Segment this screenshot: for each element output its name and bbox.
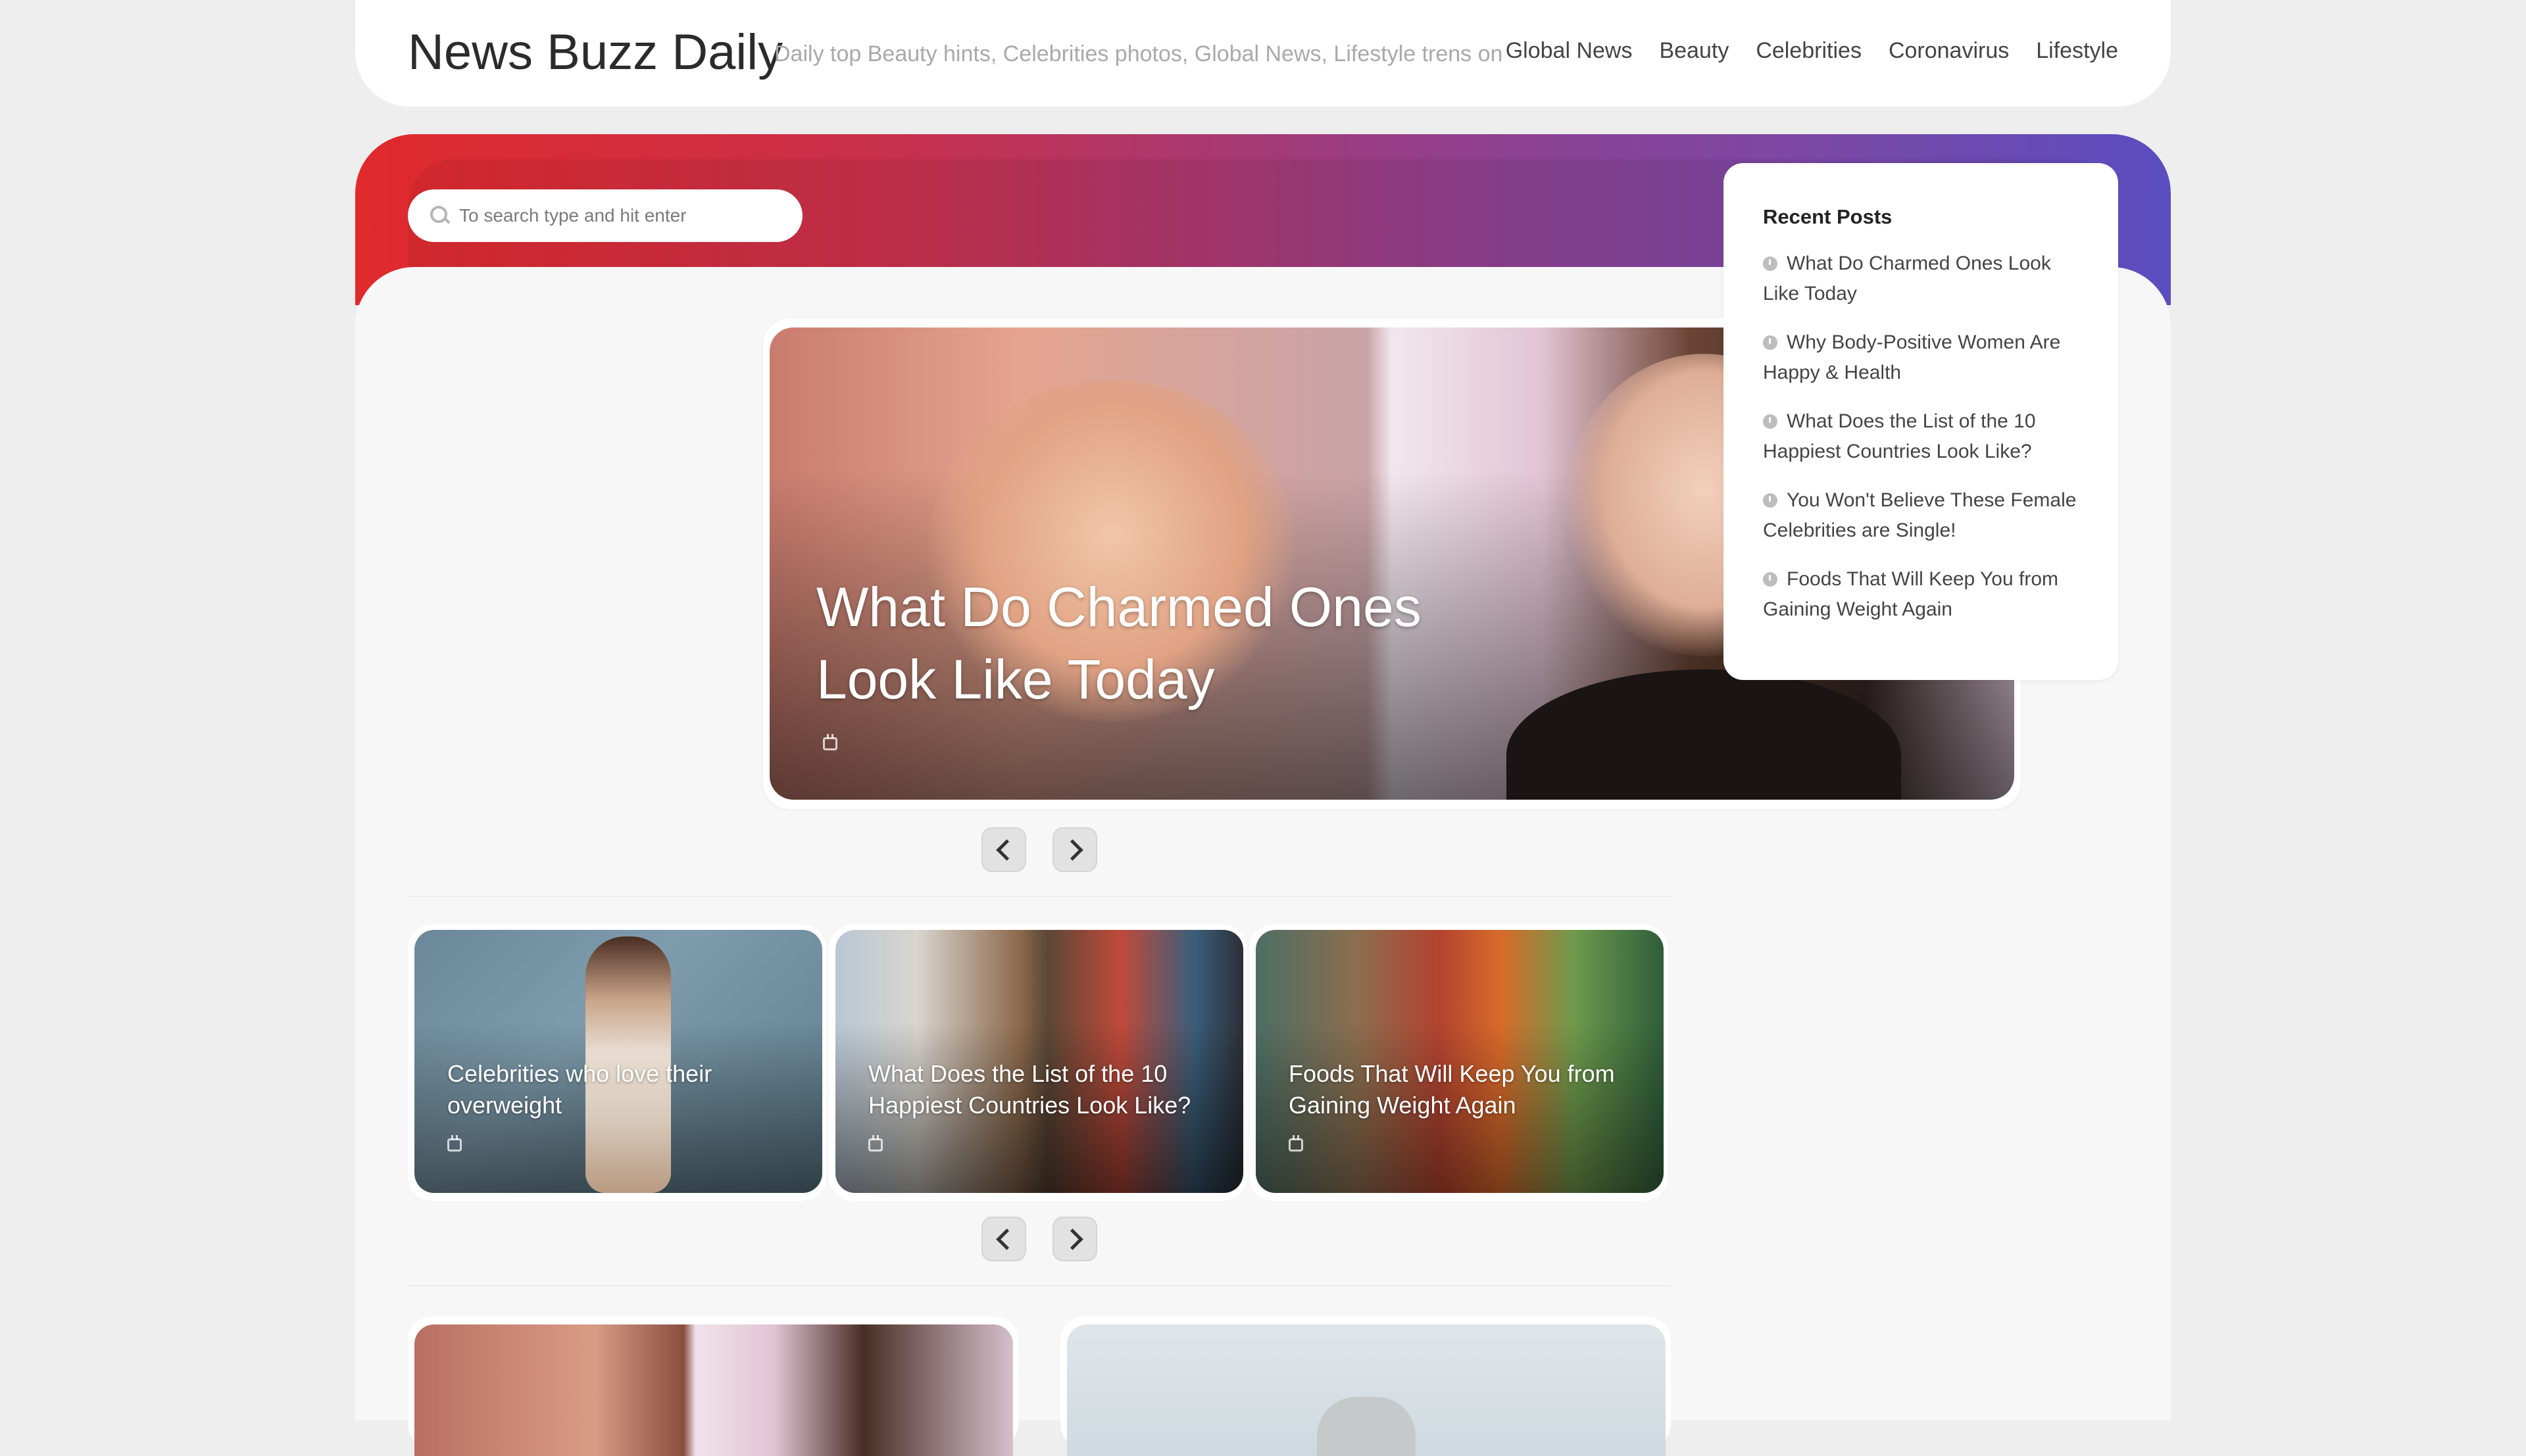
search-input[interactable] [458,205,803,227]
clock-icon [1763,335,1777,350]
recent-post-item[interactable]: Why Body-Positive Women Are Happy & Heal… [1763,328,2092,388]
nav-beauty[interactable]: Beauty [1659,34,1729,67]
card-figure [1317,1397,1416,1456]
post-card-title[interactable]: Foods That Will Keep You from Gaining We… [1289,1058,1657,1121]
featured-prev-button[interactable] [981,827,1026,872]
recent-post-link[interactable]: What Do Charmed Ones Look Like Today [1763,253,2051,304]
nav-global-news[interactable]: Global News [1506,34,1633,67]
cards-prev-button[interactable] [981,1217,1026,1261]
nav-coronavirus[interactable]: Coronavirus [1889,34,2009,67]
section-divider [408,896,1671,897]
recent-post-item[interactable]: Foods That Will Keep You from Gaining We… [1763,564,2092,625]
main-nav: Global News Beauty Celebrities Coronavir… [1506,34,2118,67]
recent-post-item[interactable]: What Does the List of the 10 Happiest Co… [1763,406,2092,467]
chevron-left-icon [995,1228,1018,1250]
site-title[interactable]: News Buzz Daily [408,20,783,85]
calendar-icon [1289,1135,1303,1152]
post-card[interactable]: Foods That Will Keep You from Gaining We… [1249,925,1668,1201]
featured-title[interactable]: What Do Charmed Ones Look Like Today [816,571,1540,716]
nav-celebrities[interactable]: Celebrities [1756,34,1862,67]
site-tagline: Daily top Beauty hints, Celebrities phot… [774,41,1503,66]
post-card-title[interactable]: Celebrities who love their overweight [447,1058,816,1121]
recent-posts-heading: Recent Posts [1763,205,1893,228]
clock-icon [1763,256,1777,271]
chevron-right-icon [1061,1228,1083,1250]
chevron-left-icon [995,838,1018,861]
clock-icon [1763,414,1777,429]
chevron-right-icon [1061,838,1083,861]
post-card-image[interactable] [1067,1324,1666,1456]
post-card[interactable] [408,1317,1018,1456]
clock-icon [1763,572,1777,587]
calendar-icon [823,734,837,750]
post-card[interactable]: Celebrities who love their overweight [408,925,826,1201]
site-header: News Buzz Daily Daily top Beauty hints, … [355,0,2171,107]
nav-lifestyle[interactable]: Lifestyle [2036,34,2118,67]
post-card[interactable]: What Does the List of the 10 Happiest Co… [829,925,1247,1201]
calendar-icon [447,1135,462,1152]
recent-posts-widget: Recent Posts What Do Charmed Ones Look L… [1723,163,2118,680]
search-icon [429,205,451,227]
post-card-title[interactable]: What Does the List of the 10 Happiest Co… [868,1058,1237,1121]
recent-post-link[interactable]: Foods That Will Keep You from Gaining We… [1763,568,2058,620]
recent-posts-list: What Do Charmed Ones Look Like Today Why… [1763,249,2092,643]
post-card[interactable] [1060,1317,1671,1456]
calendar-icon [868,1135,883,1152]
clock-icon [1763,493,1777,508]
cards-next-button[interactable] [1052,1217,1097,1261]
recent-post-item[interactable]: What Do Charmed Ones Look Like Today [1763,249,2092,309]
section-divider [408,1285,1671,1286]
featured-next-button[interactable] [1052,827,1097,872]
recent-post-link[interactable]: You Won't Believe These Female Celebriti… [1763,489,2076,541]
recent-post-item[interactable]: You Won't Believe These Female Celebriti… [1763,485,2092,546]
post-card-image[interactable] [414,1324,1013,1456]
recent-post-link[interactable]: Why Body-Positive Women Are Happy & Heal… [1763,331,2060,383]
featured-image-shirt [1506,669,1901,800]
search-box [408,189,803,242]
recent-post-link[interactable]: What Does the List of the 10 Happiest Co… [1763,410,2036,462]
